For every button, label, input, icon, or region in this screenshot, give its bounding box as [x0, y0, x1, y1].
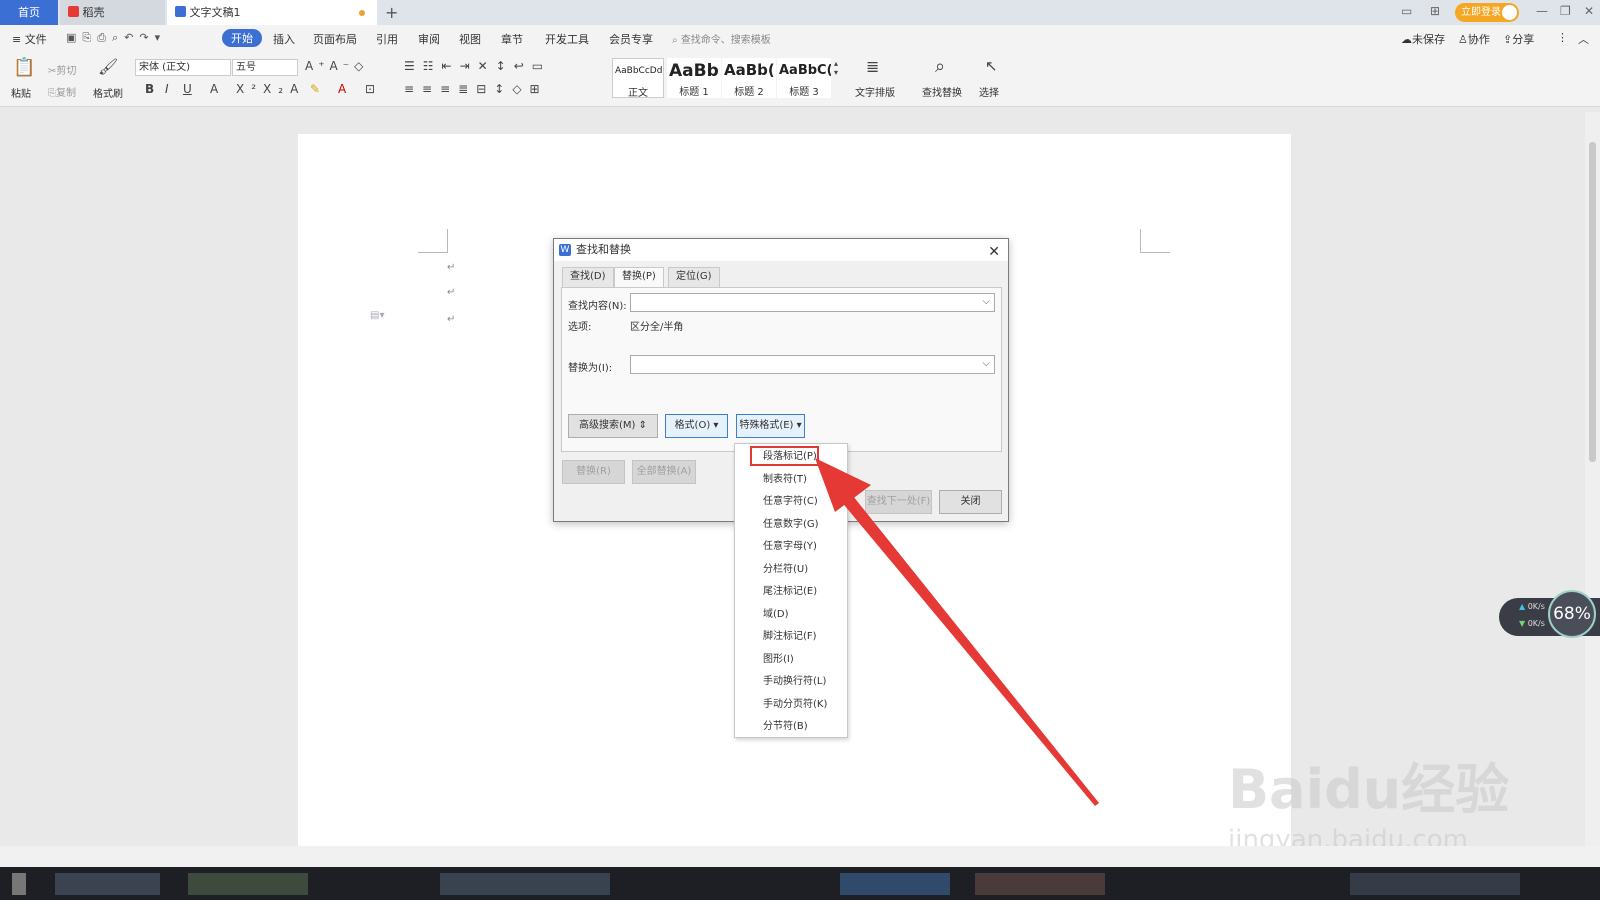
red-arrow-head: [815, 458, 871, 512]
red-arrow-shaft: [835, 486, 1099, 806]
red-arrow-annotation: [815, 458, 1099, 806]
wps-writer-window: 首页 稻壳 文字文稿1 + ▭ ⊞ 立即登录 — ❐ ✕ ≡ 文件 ▣⎘⎙⌕↶↷…: [0, 0, 1600, 900]
